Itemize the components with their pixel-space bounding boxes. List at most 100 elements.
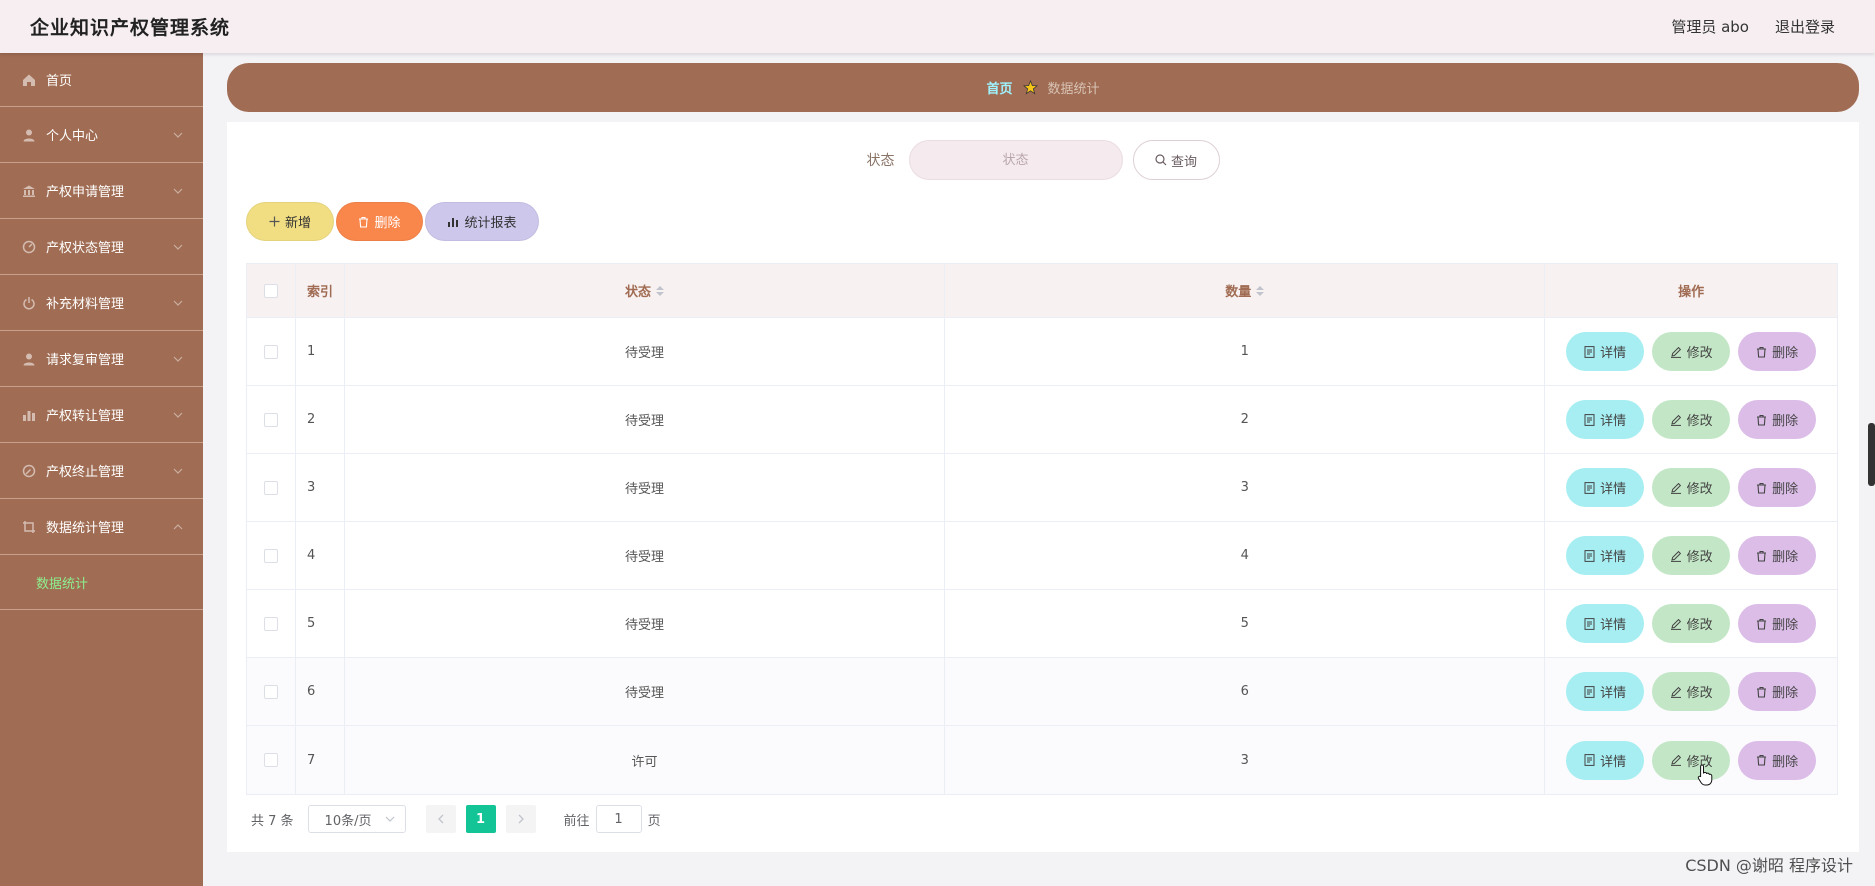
delete-button[interactable]: 删除 bbox=[1738, 332, 1817, 371]
row-checkbox[interactable] bbox=[263, 684, 278, 699]
detail-button[interactable]: 详情 bbox=[1566, 400, 1645, 439]
detail-button[interactable]: 详情 bbox=[1566, 740, 1645, 780]
table-row: 3 待受理 3 详情 修改 删除 bbox=[247, 454, 1837, 522]
edit-button[interactable]: 修改 bbox=[1652, 536, 1731, 575]
detail-button[interactable]: 详情 bbox=[1566, 672, 1645, 711]
sidebar-item-data-statistics[interactable]: 数据统计管理 bbox=[0, 499, 203, 555]
delete-button[interactable]: 删除 bbox=[1738, 604, 1817, 643]
sidebar-item-personal-center[interactable]: 个人中心 bbox=[0, 107, 203, 163]
row-operations: 详情 修改 删除 bbox=[1545, 726, 1837, 794]
delete-button[interactable]: 删除 bbox=[1738, 672, 1817, 711]
sidebar-item-ip-transfer[interactable]: 产权转让管理 bbox=[0, 387, 203, 443]
document-icon bbox=[1584, 481, 1595, 494]
delete-button[interactable]: 删除 bbox=[1738, 536, 1817, 575]
trash-icon bbox=[1757, 754, 1767, 766]
edit-button[interactable]: 修改 bbox=[1652, 672, 1731, 711]
chevron-right-icon bbox=[518, 814, 524, 824]
sidebar-item-review-request[interactable]: 请求复审管理 bbox=[0, 331, 203, 387]
row-checkbox[interactable] bbox=[263, 548, 278, 563]
sidebar-item-ip-termination[interactable]: 产权终止管理 bbox=[0, 443, 203, 499]
header-index: 索引 bbox=[296, 264, 345, 317]
next-page-button[interactable] bbox=[505, 805, 536, 833]
row-index: 7 bbox=[296, 726, 345, 794]
edit-icon bbox=[1670, 346, 1681, 358]
row-operations: 详情 修改 删除 bbox=[1545, 386, 1837, 453]
query-button-label: 查询 bbox=[1170, 154, 1197, 170]
sort-icon[interactable] bbox=[1256, 285, 1265, 296]
goto-page-input[interactable] bbox=[595, 805, 642, 833]
query-button[interactable]: 查询 bbox=[1132, 140, 1220, 180]
status-search-input[interactable] bbox=[908, 140, 1123, 180]
row-quantity: 3 bbox=[945, 454, 1546, 521]
row-state: 待受理 bbox=[345, 522, 946, 589]
row-checkbox[interactable] bbox=[263, 753, 278, 767]
sidebar-item-home[interactable]: 首页 bbox=[0, 53, 203, 107]
app-title: 企业知识产权管理系统 bbox=[30, 17, 231, 39]
hand-cursor-icon bbox=[1697, 764, 1713, 786]
detail-button[interactable]: 详情 bbox=[1566, 468, 1645, 507]
page-size-select[interactable]: 10条/页 bbox=[307, 805, 406, 833]
stats-report-button[interactable]: 统计报表 bbox=[425, 202, 539, 241]
row-operations: 详情 修改 删除 bbox=[1545, 522, 1837, 589]
row-operations: 详情 修改 删除 bbox=[1545, 454, 1837, 521]
row-checkbox-cell bbox=[247, 386, 296, 453]
page-number-active[interactable]: 1 bbox=[465, 805, 496, 833]
row-state: 待受理 bbox=[345, 454, 946, 521]
page-scrollbar[interactable] bbox=[1868, 423, 1875, 486]
delete-button-label: 删除 bbox=[1772, 550, 1799, 565]
select-all-checkbox[interactable] bbox=[263, 283, 278, 298]
edit-button[interactable]: 修改 bbox=[1652, 740, 1731, 780]
trash-icon bbox=[1757, 414, 1767, 426]
header-quantity[interactable]: 数量 bbox=[945, 264, 1546, 317]
prev-page-button[interactable] bbox=[425, 805, 456, 833]
edit-button[interactable]: 修改 bbox=[1652, 604, 1731, 643]
detail-button[interactable]: 详情 bbox=[1566, 536, 1645, 575]
add-button[interactable]: 新增 bbox=[246, 202, 334, 241]
content-panel: 状态 查询 新增 删除 统计报表 索引 状态 数量 操作 1待受理1详情修改删除… bbox=[227, 122, 1859, 852]
trash-icon bbox=[1757, 346, 1767, 358]
breadcrumb: 首页 数据统计 bbox=[227, 63, 1859, 112]
detail-button-label: 详情 bbox=[1600, 550, 1627, 565]
action-buttons: 新增 删除 统计报表 bbox=[246, 202, 539, 241]
logout-button[interactable]: 退出登录 bbox=[1775, 16, 1835, 37]
star-icon bbox=[1022, 80, 1038, 95]
row-checkbox[interactable] bbox=[263, 480, 278, 495]
row-checkbox[interactable] bbox=[263, 616, 278, 631]
header-state[interactable]: 状态 bbox=[345, 264, 946, 317]
edit-button[interactable]: 修改 bbox=[1652, 332, 1731, 371]
edit-icon bbox=[1670, 618, 1681, 630]
delete-button[interactable]: 删除 bbox=[1738, 740, 1817, 780]
row-state: 待受理 bbox=[345, 590, 946, 657]
document-icon bbox=[1584, 617, 1595, 630]
detail-button[interactable]: 详情 bbox=[1566, 332, 1645, 371]
delete-button-label: 删除 bbox=[1772, 482, 1799, 497]
row-checkbox[interactable] bbox=[263, 344, 278, 359]
submenu-item-data-statistics[interactable]: 数据统计 bbox=[0, 555, 203, 610]
edit-button-label: 修改 bbox=[1686, 414, 1713, 429]
sidebar-item-ip-application[interactable]: 产权申请管理 bbox=[0, 163, 203, 219]
batch-delete-button[interactable]: 删除 bbox=[336, 202, 423, 241]
pagination: 共 7 条 10条/页 1 前往 页 bbox=[251, 805, 661, 833]
table-body: 1 待受理 1 详情 修改 删除 2 待受理 2 详情 修改 删除 3 待受理 3 详情 修改 删除 4 待受理 4 详情… bbox=[247, 318, 1837, 794]
sidebar-item-ip-status[interactable]: 产权状态管理 bbox=[0, 219, 203, 275]
delete-button[interactable]: 删除 bbox=[1738, 468, 1817, 507]
breadcrumb-home-link[interactable]: 首页 bbox=[986, 78, 1012, 97]
sidebar-item-supplementary[interactable]: 补充材料管理 bbox=[0, 275, 203, 331]
row-quantity: 2 bbox=[945, 386, 1546, 453]
add-button-label: 新增 bbox=[284, 216, 311, 231]
document-icon bbox=[1584, 685, 1595, 698]
detail-button[interactable]: 详情 bbox=[1566, 604, 1645, 643]
row-checkbox[interactable] bbox=[263, 412, 278, 427]
chevron-down-icon bbox=[173, 412, 183, 418]
row-checkbox-cell bbox=[247, 522, 296, 589]
pagination-total: 共 7 条 bbox=[251, 813, 294, 829]
edit-button[interactable]: 修改 bbox=[1652, 468, 1731, 507]
row-state: 许可 bbox=[345, 726, 946, 794]
delete-button-label: 删除 bbox=[1772, 346, 1799, 361]
page-size-value: 10条/页 bbox=[324, 813, 372, 829]
edit-button[interactable]: 修改 bbox=[1652, 400, 1731, 439]
sort-icon[interactable] bbox=[656, 285, 665, 296]
admin-user-label[interactable]: 管理员 abo bbox=[1671, 16, 1749, 37]
bar-chart-icon bbox=[21, 407, 37, 423]
delete-button[interactable]: 删除 bbox=[1738, 400, 1817, 439]
